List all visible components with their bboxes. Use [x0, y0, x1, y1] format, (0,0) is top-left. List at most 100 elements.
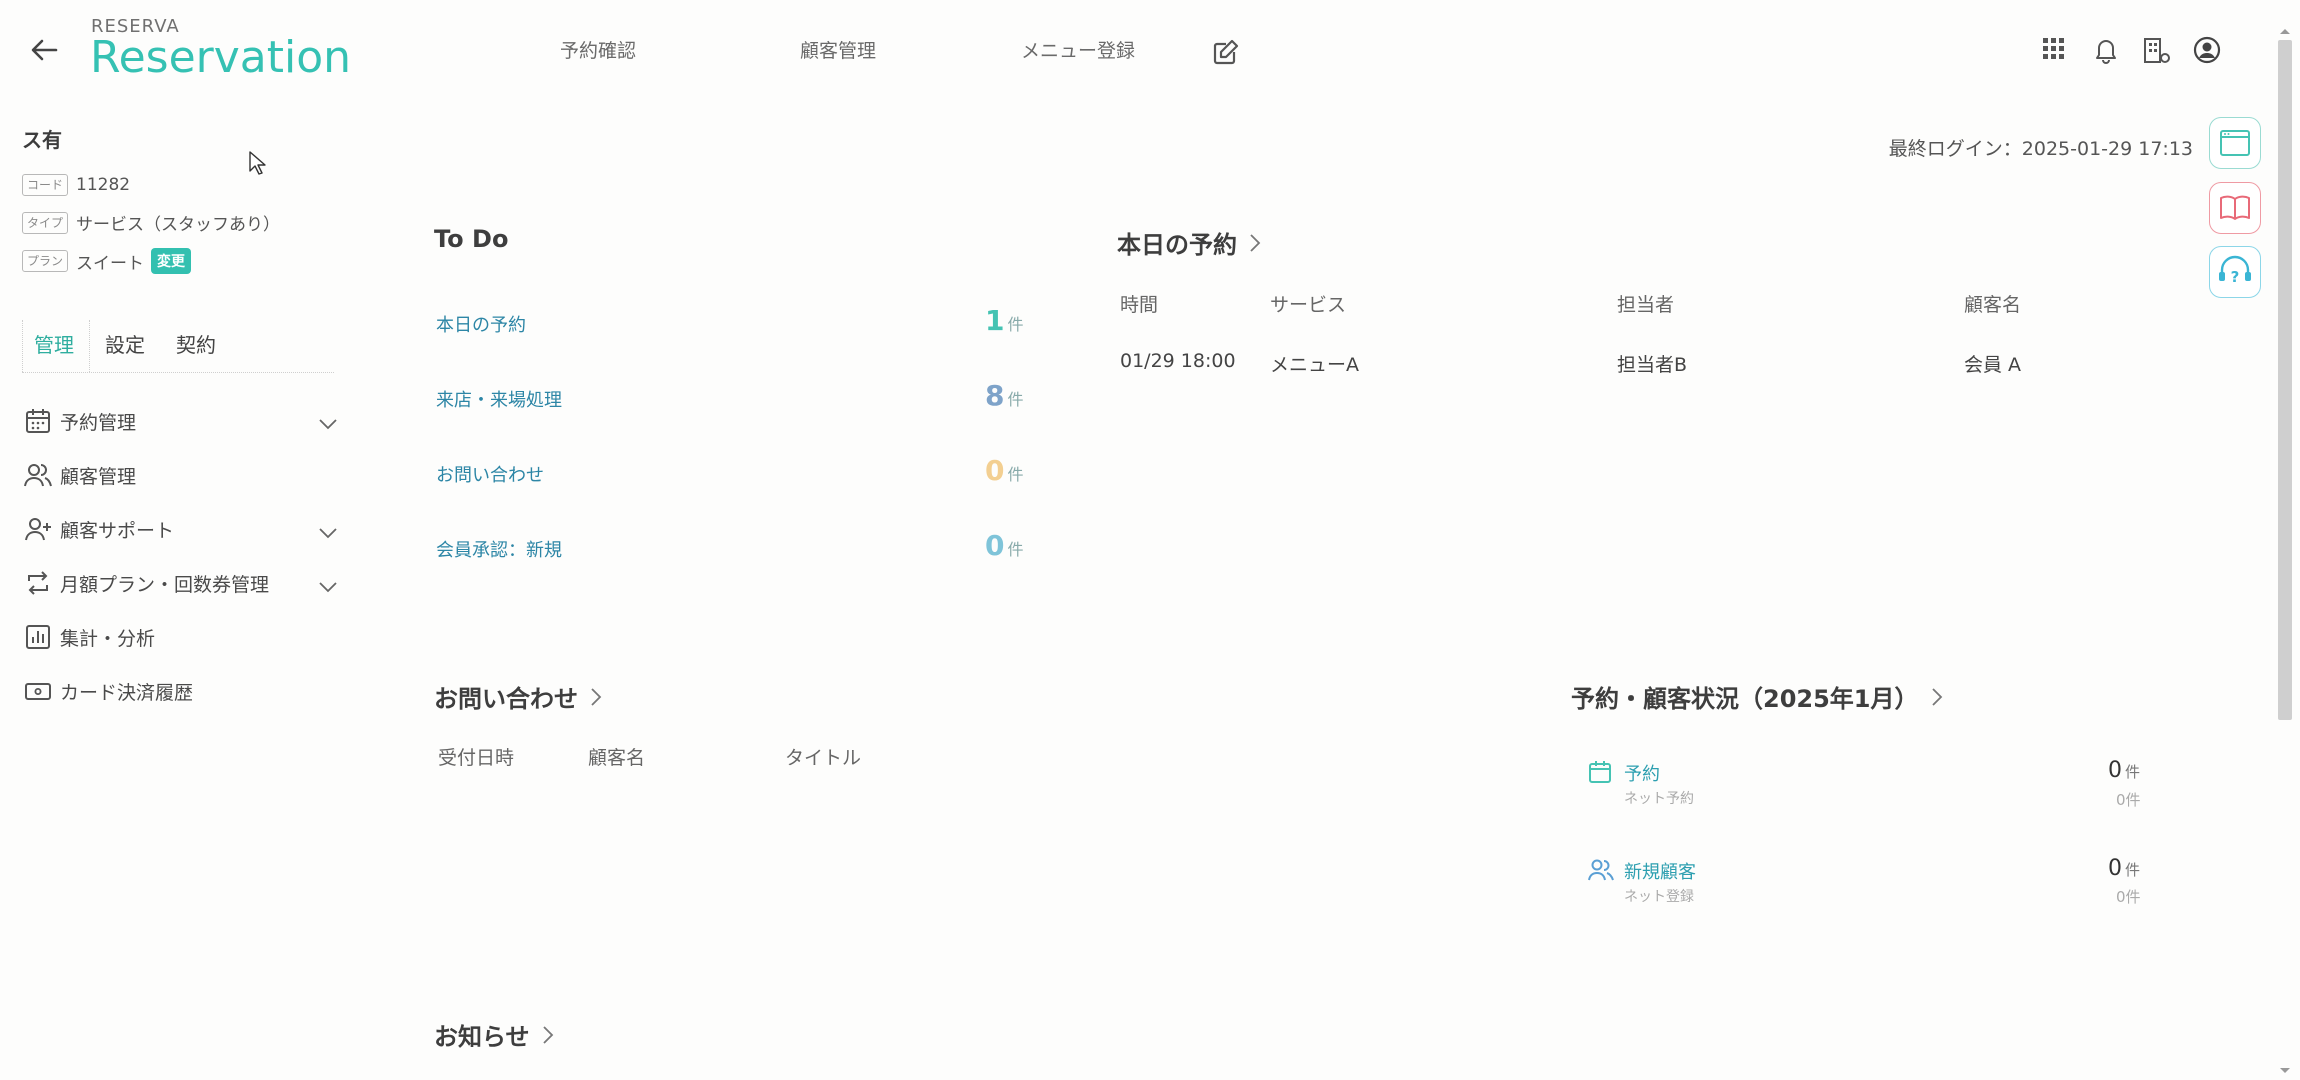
- today-row-staff[interactable]: 担当者B: [1617, 350, 1687, 377]
- todo-unit: 件: [1007, 390, 1024, 409]
- calendar-icon: [26, 409, 50, 433]
- todo-checkin-link[interactable]: 来店・来場処理: [436, 386, 562, 412]
- today-row-service[interactable]: メニューA: [1270, 350, 1359, 377]
- apps-button[interactable]: [2041, 36, 2067, 62]
- status-count: 0: [2108, 758, 2122, 783]
- chevron-down-icon: [319, 419, 337, 430]
- notification-button[interactable]: [2093, 36, 2119, 64]
- status-title: 予約・顧客状況（2025年1月）: [1571, 685, 1919, 713]
- bar-chart-icon: [26, 625, 50, 649]
- credit-card-icon: [25, 683, 51, 700]
- chevron-right-icon: [1250, 233, 1261, 252]
- expand-reservation-button[interactable]: [318, 418, 338, 430]
- tab-settings[interactable]: 設定: [105, 329, 145, 358]
- sidebar-item-label: 月額プラン・回数券管理: [60, 573, 270, 596]
- last-login: 最終ログイン：2025-01-29 17:13: [1888, 138, 2193, 160]
- expand-customer-support-button[interactable]: [318, 527, 338, 539]
- todo-inquiry-count: 0件: [985, 454, 1024, 487]
- status-reservation-sub-count: 0件: [2116, 791, 2141, 809]
- manual-button[interactable]: [2209, 182, 2261, 234]
- sidebar-item-card-history[interactable]: カード決済履歴: [24, 677, 193, 705]
- repeat-icon: [28, 571, 48, 595]
- sidebar-item-monthly-plan[interactable]: 月額プラン・回数券管理: [24, 569, 269, 597]
- nav-menu-register[interactable]: メニュー登録: [1021, 36, 1135, 63]
- sidebar-item-label: 予約管理: [60, 411, 137, 434]
- edit-button[interactable]: [1212, 38, 1240, 66]
- tab-management[interactable]: 管理: [34, 329, 74, 358]
- notice-link[interactable]: お知らせ: [434, 1017, 554, 1052]
- sidebar-item-label: 顧客サポート: [60, 519, 175, 542]
- book-icon: [2220, 195, 2250, 220]
- plan-tag: プラン: [22, 250, 69, 272]
- support-button[interactable]: ?: [2209, 246, 2261, 298]
- shop-code: 11282: [76, 175, 131, 195]
- sidebar-item-customer-management[interactable]: 顧客管理: [24, 461, 136, 489]
- svg-text:?: ?: [2231, 268, 2240, 286]
- status-new-customer-count: 0件: [2108, 856, 2140, 881]
- shop-name: ス有: [22, 128, 62, 152]
- scrollbar-track[interactable]: [2276, 26, 2294, 1076]
- plan-change-button[interactable]: 変更: [151, 248, 192, 274]
- today-row-customer[interactable]: 会員 A: [1964, 350, 2021, 377]
- today-row-time[interactable]: 01/29 18:00: [1120, 350, 1236, 372]
- sidebar-item-label: カード決済履歴: [60, 681, 194, 704]
- mouse-cursor: [248, 150, 266, 176]
- status-reservation-sub: ネット予約: [1624, 791, 1694, 807]
- notice-title: お知らせ: [434, 1023, 530, 1051]
- status-reservation-label: 予約: [1624, 764, 1660, 785]
- code-tag: コード: [22, 174, 69, 196]
- account-button[interactable]: [2193, 36, 2221, 64]
- todo-count: 0: [985, 454, 1005, 487]
- back-button[interactable]: [30, 38, 58, 62]
- today-reservations-link[interactable]: 本日の予約: [1117, 225, 1261, 260]
- expand-monthly-plan-button[interactable]: [318, 581, 338, 593]
- today-col-staff: 担当者: [1617, 294, 1675, 316]
- todo-unit: 件: [1007, 465, 1024, 484]
- today-col-service: サービス: [1270, 294, 1347, 316]
- headset-help-icon: ?: [2219, 255, 2251, 286]
- status-new-customer-label: 新規顧客: [1624, 862, 1696, 883]
- browser-view-button[interactable]: [2209, 117, 2261, 169]
- type-tag: タイプ: [22, 211, 69, 234]
- brand-logo[interactable]: Reservation: [90, 32, 351, 83]
- sidebar-item-analytics[interactable]: 集計・分析: [24, 623, 155, 651]
- status-link[interactable]: 予約・顧客状況（2025年1月）: [1571, 679, 1943, 714]
- status-new-customer-sub: ネット登録: [1624, 889, 1694, 905]
- arrow-left-icon: [31, 39, 58, 61]
- shop-code-row: コード 11282: [22, 174, 130, 196]
- scrollbar-thumb[interactable]: [2278, 40, 2292, 720]
- chevron-down-icon: [319, 582, 337, 593]
- today-reservations-title: 本日の予約: [1117, 231, 1237, 259]
- todo-count: 0: [985, 529, 1005, 562]
- todo-inquiry-link[interactable]: お問い合わせ: [436, 461, 544, 487]
- shop-plan-row: プラン スイート 変更: [22, 248, 192, 274]
- nav-reservation-check[interactable]: 予約確認: [560, 36, 636, 63]
- sidebar-item-label: 顧客管理: [60, 465, 137, 488]
- tabs-divider: [22, 372, 334, 373]
- building-gear-icon: [2144, 38, 2170, 63]
- shop-plan: スイート: [76, 253, 145, 274]
- todo-unit: 件: [1007, 315, 1024, 334]
- todo-today-reservations-link[interactable]: 本日の予約: [436, 311, 526, 337]
- sidebar-item-reservation-management[interactable]: 予約管理: [24, 407, 136, 435]
- users-icon: [24, 464, 52, 487]
- browser-window-icon: [2220, 130, 2250, 156]
- shop-type-row: タイプ サービス（スタッフあり）: [22, 210, 280, 235]
- chevron-right-icon: [591, 687, 602, 706]
- today-col-time: 時間: [1120, 294, 1159, 316]
- bell-icon: [2096, 40, 2116, 64]
- status-reservation-count: 0件: [2108, 758, 2140, 783]
- nav-customer-management[interactable]: 顧客管理: [800, 36, 876, 63]
- store-settings-button[interactable]: [2142, 36, 2172, 66]
- inquiry-col-customer: 顧客名: [588, 747, 646, 769]
- status-unit: 件: [2125, 763, 2141, 781]
- tab-contract[interactable]: 契約: [176, 329, 216, 358]
- todo-member-approval-link[interactable]: 会員承認：新規: [436, 536, 562, 562]
- todo-count: 8: [985, 379, 1005, 412]
- grid-icon: [2043, 38, 2064, 59]
- todo-member-approval-count: 0件: [985, 529, 1024, 562]
- inquiry-link[interactable]: お問い合わせ: [434, 679, 602, 714]
- chevron-right-icon: [542, 1025, 553, 1044]
- sidebar-item-customer-support[interactable]: 顧客サポート: [24, 515, 174, 543]
- todo-count: 1: [985, 304, 1005, 337]
